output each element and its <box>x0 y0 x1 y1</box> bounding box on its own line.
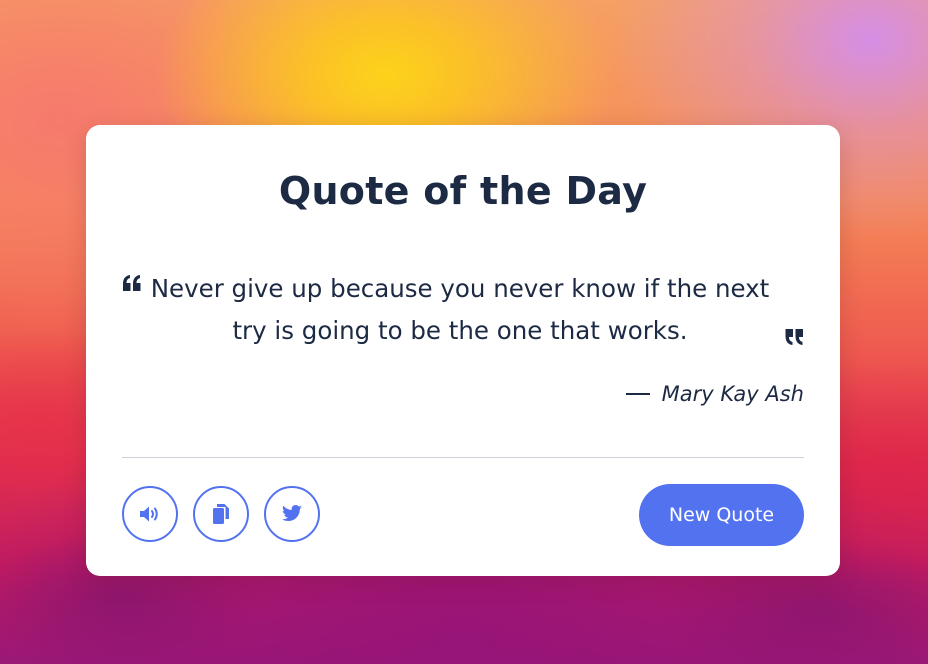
quote-right-icon <box>784 328 804 346</box>
author-dash <box>625 393 650 395</box>
quote-area: Never give up because you never know if … <box>122 268 804 358</box>
quote-card: Quote of the Day Never give up because y… <box>86 125 840 576</box>
quote-text: Never give up because you never know if … <box>150 274 770 345</box>
copy-icon <box>212 503 230 525</box>
copy-button[interactable] <box>193 486 249 542</box>
new-quote-button[interactable]: New Quote <box>639 484 804 546</box>
page-title: Quote of the Day <box>278 169 648 213</box>
volume-icon <box>138 504 162 524</box>
quote-author: Mary Kay Ash <box>625 382 804 406</box>
author-name: Mary Kay Ash <box>661 382 804 406</box>
divider <box>122 457 804 458</box>
speech-button[interactable] <box>122 486 178 542</box>
twitter-button[interactable] <box>264 486 320 542</box>
quote-left-icon <box>122 274 142 292</box>
twitter-icon <box>281 505 303 523</box>
